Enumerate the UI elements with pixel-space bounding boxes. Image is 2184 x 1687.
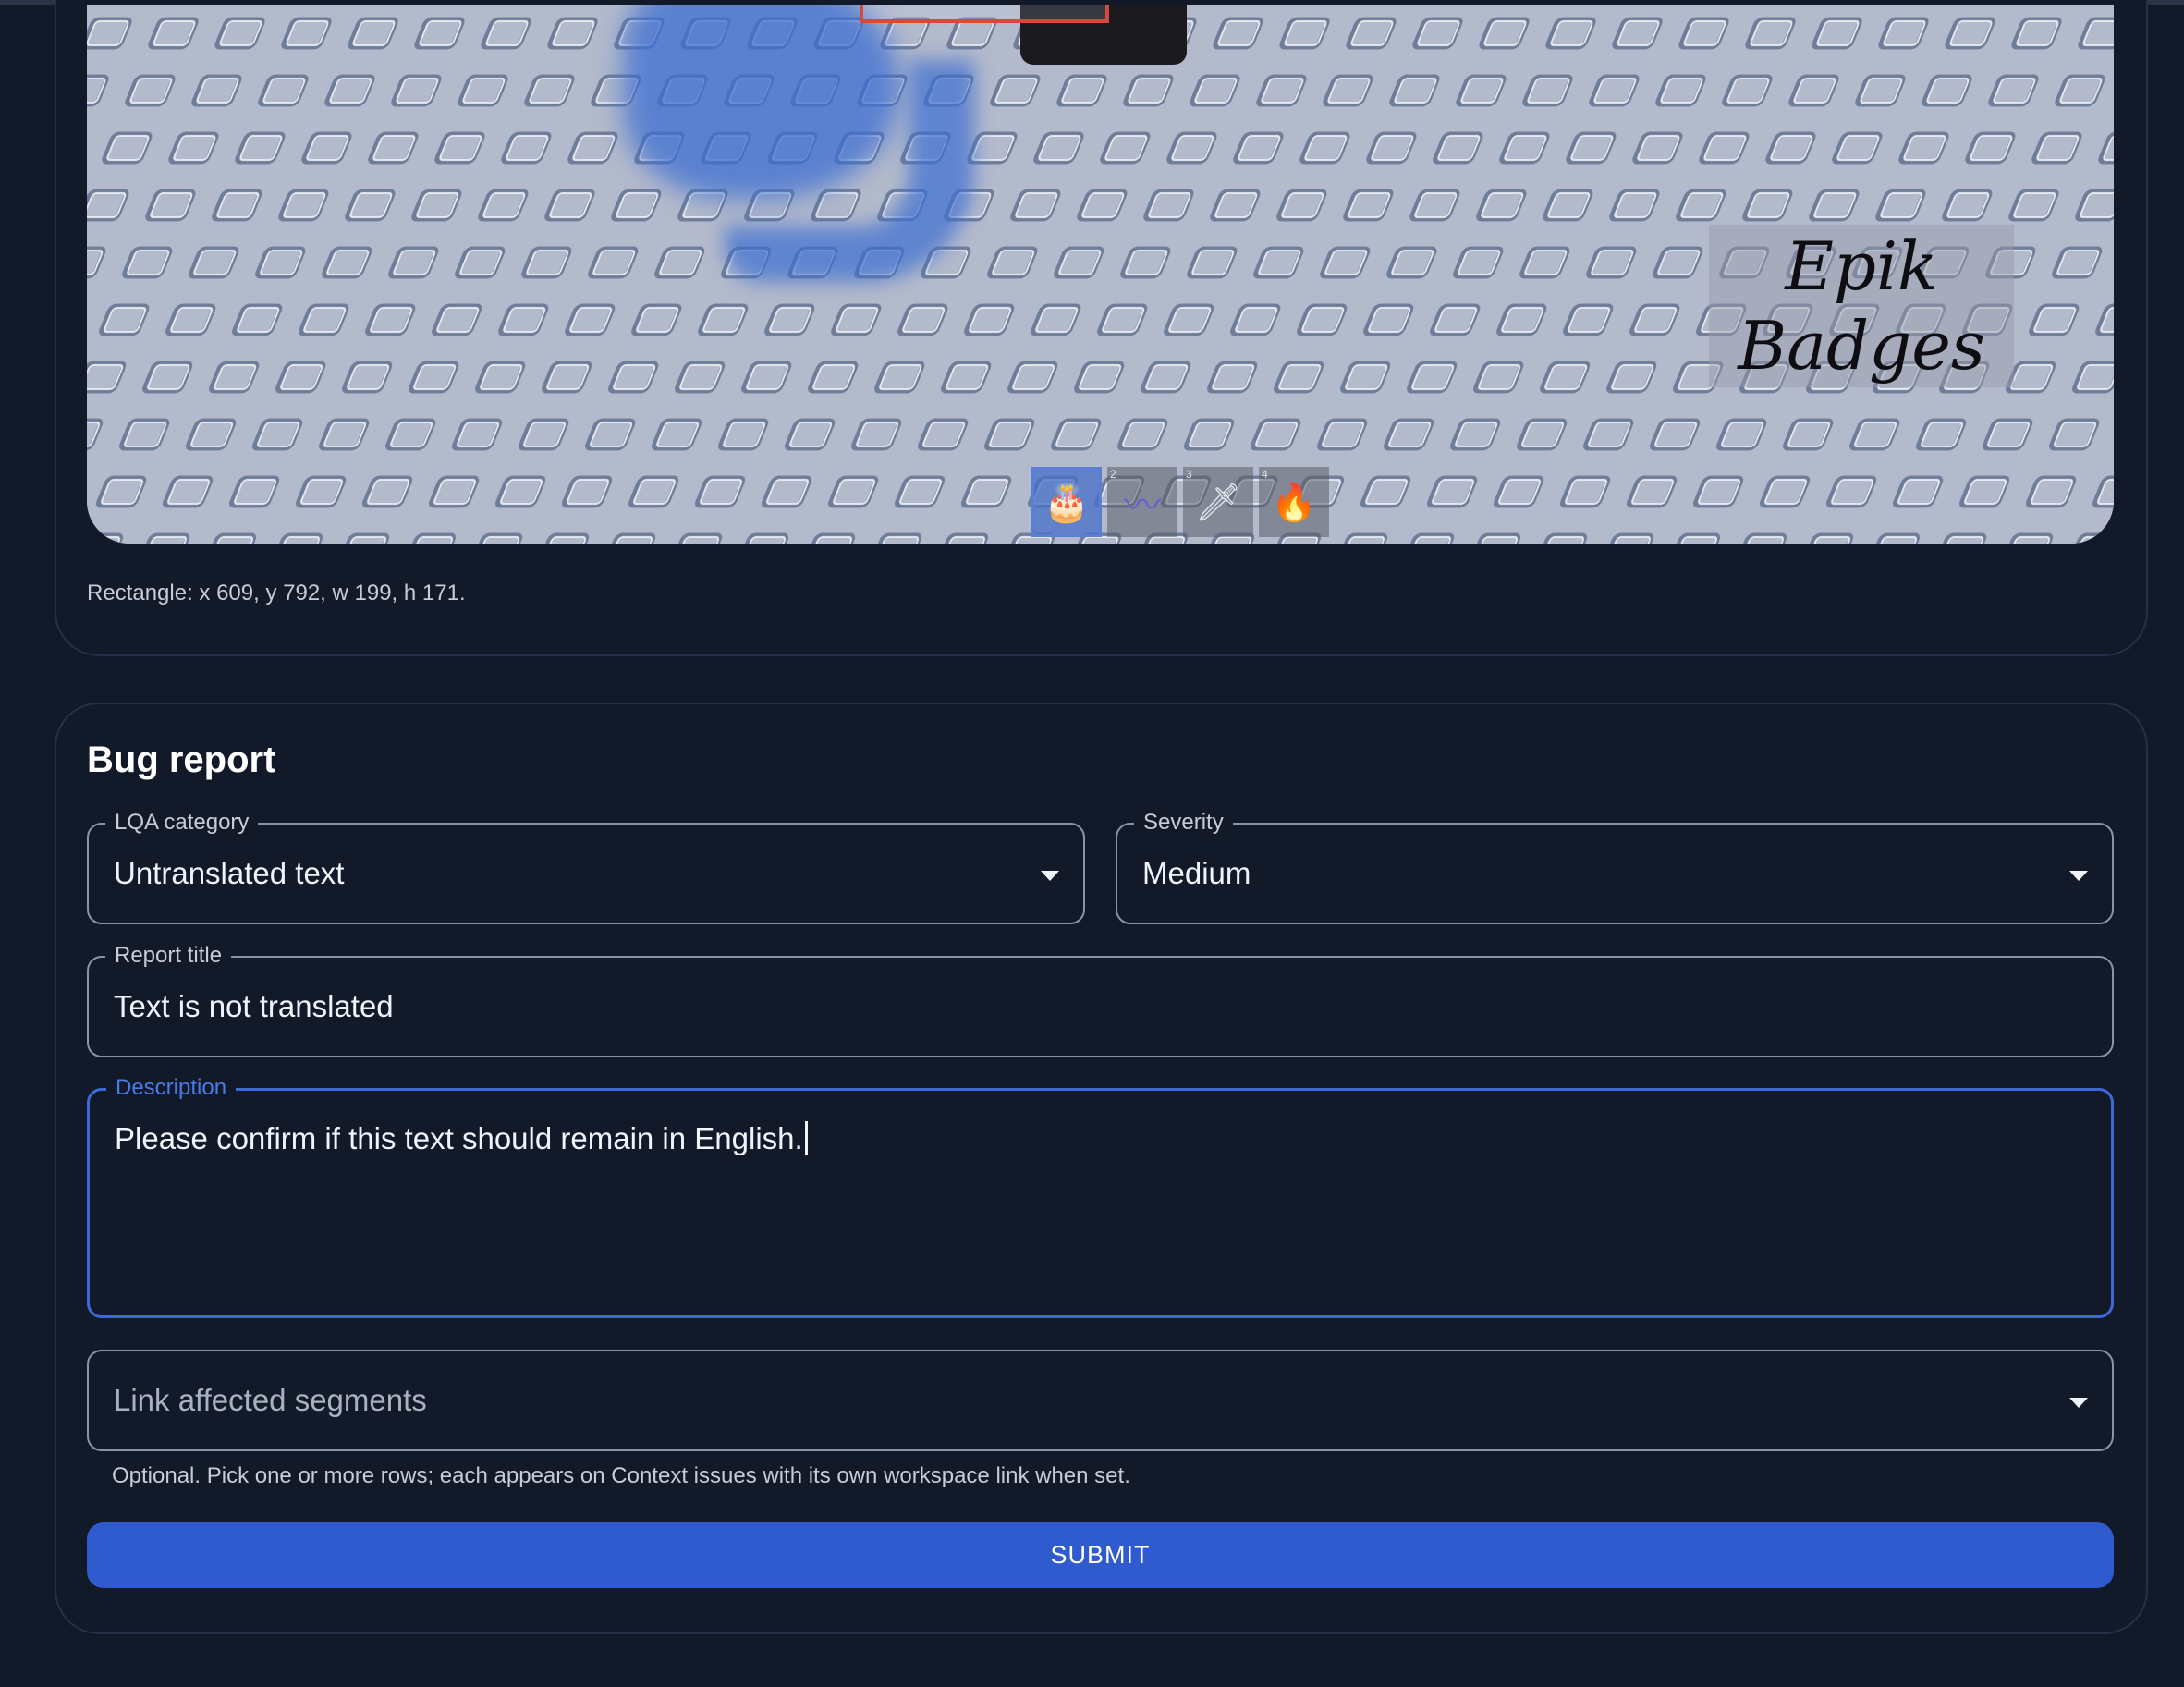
severity-label: Severity	[1134, 811, 1233, 835]
hotbar-slot-1[interactable]: 🎂	[1031, 467, 1102, 537]
link-segments-select[interactable]: Link affected segments	[87, 1350, 2114, 1451]
hotbar: 🎂 2 〰 3 🗡 4 🔥	[1031, 467, 1329, 537]
bug-report-title: Bug report	[87, 740, 276, 780]
chevron-down-icon	[2069, 871, 2088, 881]
rectangle-caption: Rectangle: x 609, y 792, w 199, h 171.	[87, 581, 466, 605]
report-title-field[interactable]: Report title Text is not translated	[87, 944, 2114, 1057]
text-cursor	[804, 1121, 808, 1155]
description-value: Please confirm if this text should remai…	[115, 1121, 803, 1155]
report-title-value: Text is not translated	[114, 989, 394, 1023]
submit-button[interactable]: SUBMIT	[87, 1522, 2114, 1588]
sign-line-2: Badges	[1738, 307, 1985, 385]
game-screenshot[interactable]: Epik Badges 🎂 2 〰 3 🗡 4 🔥	[87, 5, 2114, 544]
coil-icon: 〰	[1124, 485, 1161, 526]
avatar-shadow-arm	[725, 60, 974, 282]
cake-badge-icon: 🎂	[1043, 482, 1090, 523]
hotbar-slot-3[interactable]: 3 🗡	[1183, 467, 1253, 537]
slot-number: 2	[1110, 468, 1116, 481]
report-title-label: Report title	[105, 944, 232, 968]
lqa-category-select[interactable]: LQA category Untranslated text	[87, 811, 1085, 924]
link-segments-placeholder: Link affected segments	[114, 1383, 427, 1417]
description-textarea[interactable]: Description Please confirm if this text …	[87, 1076, 2114, 1318]
slot-number: 4	[1262, 468, 1268, 481]
sign-line-1: Epik	[1785, 227, 1938, 305]
description-label: Description	[106, 1076, 237, 1100]
hotbar-slot-4[interactable]: 4 🔥	[1259, 467, 1329, 537]
lqa-category-label: LQA category	[105, 811, 259, 835]
severity-value: Medium	[1142, 856, 1251, 890]
link-segments-helper: Optional. Pick one or more rows; each ap…	[112, 1463, 1130, 1488]
torch-icon: 🔥	[1271, 482, 1317, 523]
epik-badges-sign: Epik Badges	[1709, 225, 2014, 387]
chevron-down-icon	[2069, 1398, 2088, 1408]
lqa-category-value: Untranslated text	[114, 856, 345, 890]
chevron-down-icon	[1041, 871, 1059, 881]
sword-icon: 🗡	[1194, 482, 1242, 523]
hotbar-slot-2[interactable]: 2 〰	[1107, 467, 1177, 537]
severity-select[interactable]: Severity Medium	[1116, 811, 2114, 924]
selection-rectangle[interactable]	[860, 5, 1109, 23]
slot-number: 3	[1186, 468, 1192, 481]
